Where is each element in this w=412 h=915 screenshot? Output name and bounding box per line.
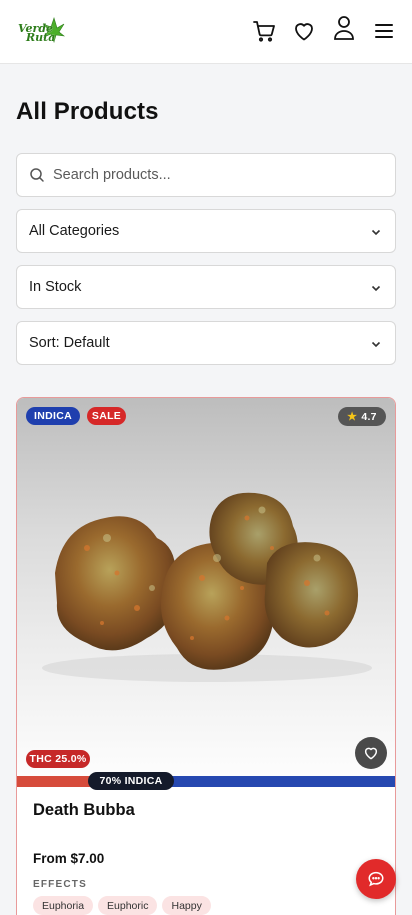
effect-tag: Happy (162, 896, 211, 915)
cannabis-buds-image (42, 492, 372, 682)
favorite-button[interactable] (355, 737, 387, 769)
rating-badge: ★ 4.7 (338, 407, 386, 426)
stock-select-value: In Stock (29, 279, 82, 295)
product-price: From $7.00 (33, 851, 105, 866)
logo-text-line2: Ruta (26, 31, 56, 44)
user-icon[interactable] (331, 15, 357, 41)
effect-tag: Euphoric (98, 896, 158, 915)
indica-sativa-ratio-bar (17, 776, 395, 787)
chevron-down-icon (371, 341, 381, 348)
rating-value: 4.7 (361, 410, 377, 423)
cart-icon[interactable] (251, 18, 277, 44)
chat-bubble-icon (368, 871, 384, 887)
search-input[interactable]: Search products... (16, 153, 396, 197)
sale-badge: SALE (87, 407, 126, 425)
page-title: All Products (16, 98, 159, 125)
product-name[interactable]: Death Bubba (33, 801, 135, 820)
stock-select[interactable]: In Stock (16, 265, 396, 309)
strain-type-badge: INDICA (26, 407, 80, 425)
menu-icon[interactable] (371, 18, 397, 44)
category-select[interactable]: All Categories (16, 209, 396, 253)
star-icon: ★ (347, 411, 358, 423)
chevron-down-icon (371, 285, 381, 292)
search-icon (30, 168, 44, 182)
search-placeholder: Search products... (53, 167, 171, 183)
product-image[interactable]: INDICA SALE ★ 4.7 THC 25.0% (17, 398, 395, 776)
product-card[interactable]: INDICA SALE ★ 4.7 THC 25.0% 70% INDICA D… (16, 397, 396, 915)
top-header: Verde Ruta (0, 0, 412, 64)
category-select-value: All Categories (29, 223, 120, 239)
ratio-label: 70% INDICA (88, 772, 174, 790)
chevron-down-icon (371, 229, 381, 236)
chat-button[interactable] (356, 859, 396, 899)
effects-tags: Euphoria Euphoric Happy (33, 896, 211, 915)
thc-badge: THC 25.0% (26, 750, 90, 768)
heart-icon (364, 747, 378, 760)
sort-select-value: Sort: Default (29, 335, 110, 351)
heart-icon[interactable] (291, 18, 317, 44)
effects-label: EFFECTS (33, 879, 87, 890)
effect-tag: Euphoria (33, 896, 94, 915)
sort-select[interactable]: Sort: Default (16, 321, 396, 365)
brand-logo[interactable]: Verde Ruta (16, 14, 66, 50)
